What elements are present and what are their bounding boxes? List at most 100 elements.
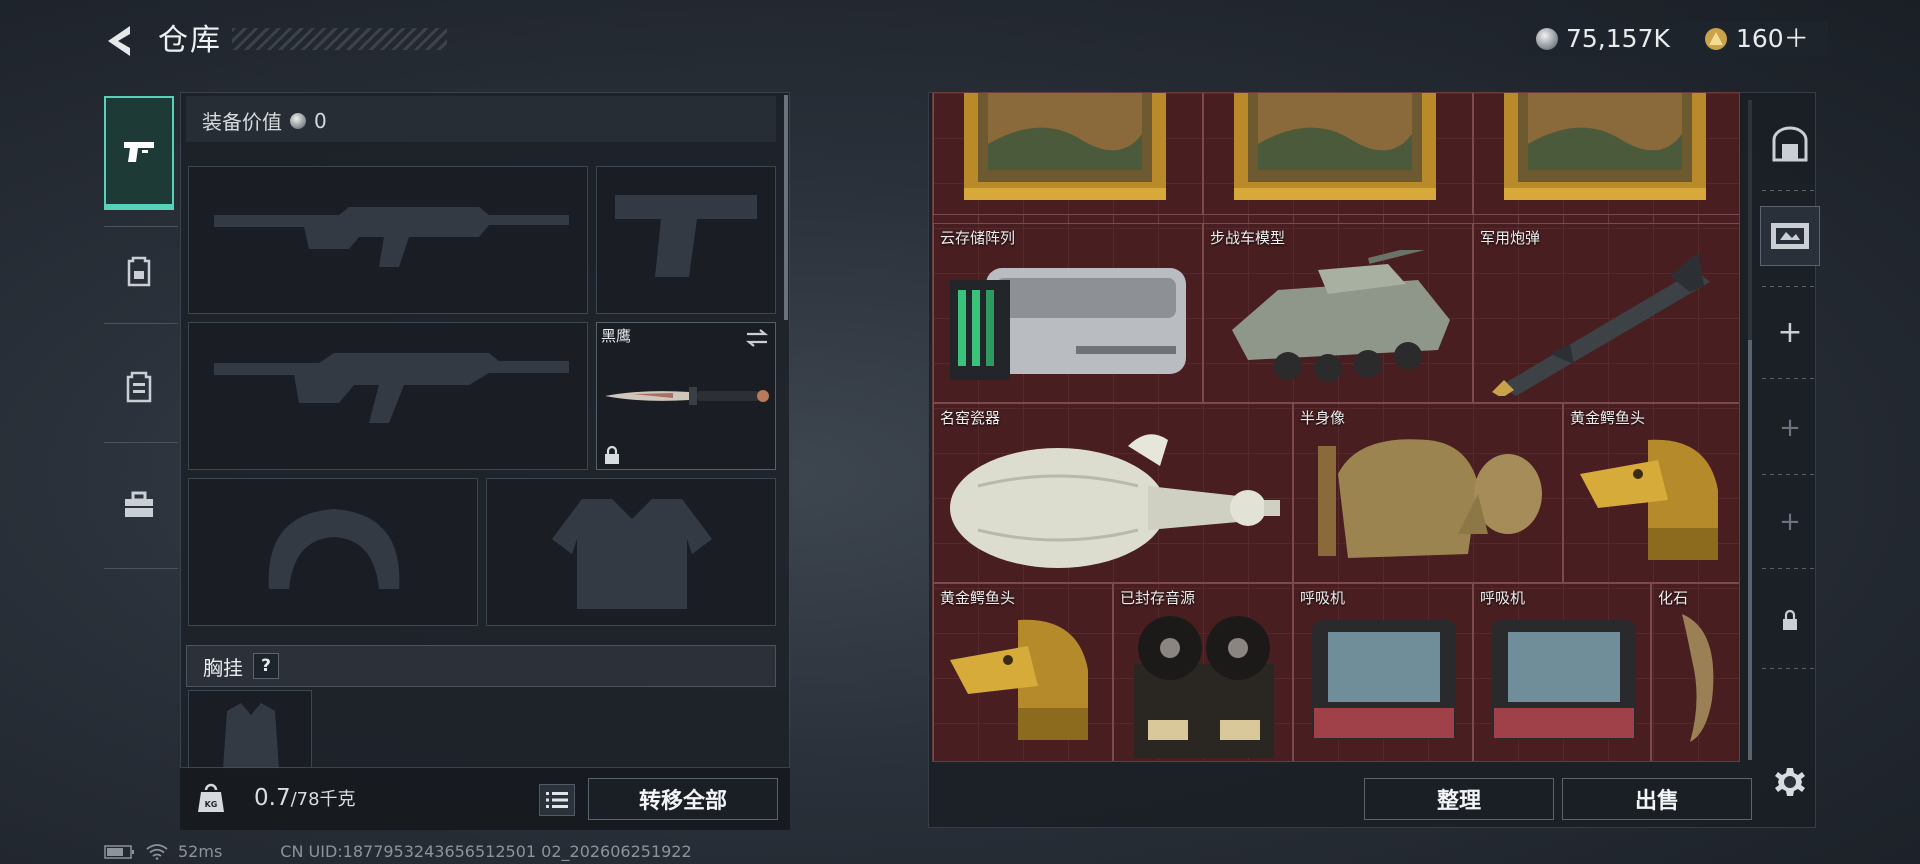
painting-item[interactable]: [1473, 93, 1739, 215]
back-arrow-icon[interactable]: [100, 20, 142, 62]
armor-silhouette-icon: [552, 499, 712, 609]
sealed-audio-source-item[interactable]: 已封存音源: [1113, 583, 1293, 761]
chest-rig-silhouette-icon: [223, 703, 279, 769]
tab-divider: [1762, 474, 1818, 475]
tab-divider: [1762, 668, 1818, 669]
sort-button[interactable]: 整理: [1364, 778, 1554, 820]
tab-divider: [1762, 286, 1818, 287]
golden-crocodile-head-icon: [1580, 439, 1718, 560]
tab-weapons[interactable]: [104, 96, 174, 210]
chest-rig-label: 胸挂: [203, 655, 243, 680]
missile-icon: [1492, 252, 1710, 396]
vault-icon: [1772, 126, 1808, 162]
silver-currency[interactable]: 75,157K: [1536, 22, 1670, 56]
status-bar: 52ms CN UID:1877953243656512501 02_20260…: [104, 842, 692, 861]
item-label: 云存储阵列: [940, 229, 1016, 247]
tab-toolbox[interactable]: [104, 470, 174, 540]
rifle-silhouette-icon: [214, 353, 569, 423]
pistol-silhouette-icon: [615, 195, 757, 277]
fossil-claw-icon: [1682, 614, 1714, 742]
chest-rig-slot[interactable]: [188, 690, 312, 769]
golden-crocodile-head-icon: [950, 619, 1088, 740]
ping-value: 52ms: [178, 842, 223, 861]
list-view-button[interactable]: [539, 784, 575, 816]
plus-icon: +: [1779, 507, 1801, 537]
item-label: 军用炮弹: [1480, 229, 1541, 247]
list-icon: [546, 792, 568, 808]
weight-current: 0.7: [254, 785, 291, 811]
tab-divider: [104, 568, 178, 569]
help-icon[interactable]: ?: [253, 653, 279, 679]
helmet-slot[interactable]: [188, 478, 478, 626]
golden-croc-head-item[interactable]: 黄金鳄鱼头: [933, 583, 1113, 761]
silver-amount: 75,157K: [1566, 24, 1670, 53]
user-uid: CN UID:1877953243656512501 02_2026062519…: [280, 842, 692, 861]
wifi-icon: [146, 843, 168, 860]
helmet-silhouette-icon: [268, 509, 400, 589]
server-array-icon: [950, 268, 1186, 380]
painting-icon: [1234, 93, 1436, 200]
tab-add-1[interactable]: +: [1760, 302, 1820, 362]
tab-divider: [104, 323, 178, 324]
ifv-model-item[interactable]: 步战车模型: [1203, 223, 1473, 403]
painting-icon: [964, 93, 1166, 200]
storage-scroll-thumb[interactable]: [1748, 340, 1752, 760]
melee-slot[interactable]: 黑鹰: [596, 322, 776, 470]
sidearm-slot[interactable]: [596, 166, 776, 314]
painting-item[interactable]: [933, 93, 1203, 215]
secondary-weapon-slot[interactable]: [188, 322, 588, 470]
painting-item[interactable]: [1203, 93, 1473, 215]
equipment-value-label: 装备价值: [202, 110, 282, 134]
gold-currency[interactable]: 160＋: [1704, 22, 1809, 56]
tab-divider: [1762, 568, 1818, 569]
primary-weapon-slot[interactable]: [188, 166, 588, 314]
item-label: 名窑瓷器: [940, 409, 1001, 427]
silver-coin-icon: [290, 112, 306, 129]
bust-item[interactable]: 半身像: [1293, 403, 1563, 583]
armored-vehicle-icon: [1232, 250, 1451, 382]
porcelain-vase-icon: [950, 434, 1280, 568]
sell-button[interactable]: 出售: [1562, 778, 1752, 820]
knife-icon: [605, 387, 769, 405]
swap-icon[interactable]: [743, 327, 771, 349]
artillery-shell-item[interactable]: 军用炮弹: [1473, 223, 1739, 403]
weight-max: /78千克: [290, 789, 356, 810]
ventilator-icon: [1492, 620, 1636, 740]
plus-icon: +: [1779, 413, 1801, 443]
pistol-icon: [124, 142, 154, 162]
settings-button[interactable]: [1760, 752, 1820, 812]
cloud-storage-array-item[interactable]: 云存储阵列: [933, 223, 1203, 403]
famous-porcelain-item[interactable]: 名窑瓷器: [933, 403, 1293, 583]
tab-divider: [104, 442, 178, 443]
rifle-silhouette-icon: [214, 207, 569, 267]
tab-ticket[interactable]: [1760, 206, 1820, 266]
ticket-icon: [1771, 223, 1809, 249]
tab-locked[interactable]: [1760, 590, 1820, 650]
item-label: 步战车模型: [1210, 229, 1286, 247]
tab-backpack[interactable]: [104, 236, 174, 306]
item-label: 黄金鳄鱼头: [1570, 409, 1646, 427]
fossil-item[interactable]: 化石: [1651, 583, 1739, 761]
golden-croc-head-item[interactable]: 黄金鳄鱼头: [1563, 403, 1739, 583]
melee-item-name: 黑鹰: [601, 327, 632, 345]
tab-vault[interactable]: [1760, 114, 1820, 174]
svg-text:KG: KG: [205, 800, 218, 809]
tab-add-3[interactable]: +: [1760, 492, 1820, 552]
tab-vest[interactable]: [104, 352, 174, 422]
bust-statue-icon: [1318, 439, 1542, 558]
weight-readout: 0.7/78千克: [254, 785, 356, 811]
ventilator-item[interactable]: 呼吸机: [1293, 583, 1473, 761]
storage-grid[interactable]: 云存储阵列 步战车模型 军用炮弹 名窑瓷器 半身像 黄金鳄鱼头 黄金鳄鱼头 已封…: [932, 92, 1740, 762]
vest-icon: [126, 371, 152, 403]
tab-divider: [104, 226, 178, 227]
tab-add-2[interactable]: +: [1760, 398, 1820, 458]
gold-triangle-coin-icon: [1705, 28, 1727, 50]
transfer-all-button[interactable]: 转移全部: [588, 778, 778, 820]
ventilator-icon: [1312, 620, 1456, 740]
ventilator-item[interactable]: 呼吸机: [1473, 583, 1651, 761]
equipment-value-amount: 0: [314, 108, 327, 133]
body-armor-slot[interactable]: [486, 478, 776, 626]
backpack-icon: [127, 256, 151, 287]
gold-amount: 160＋: [1736, 24, 1809, 53]
equipment-scrollbar[interactable]: [784, 95, 788, 320]
